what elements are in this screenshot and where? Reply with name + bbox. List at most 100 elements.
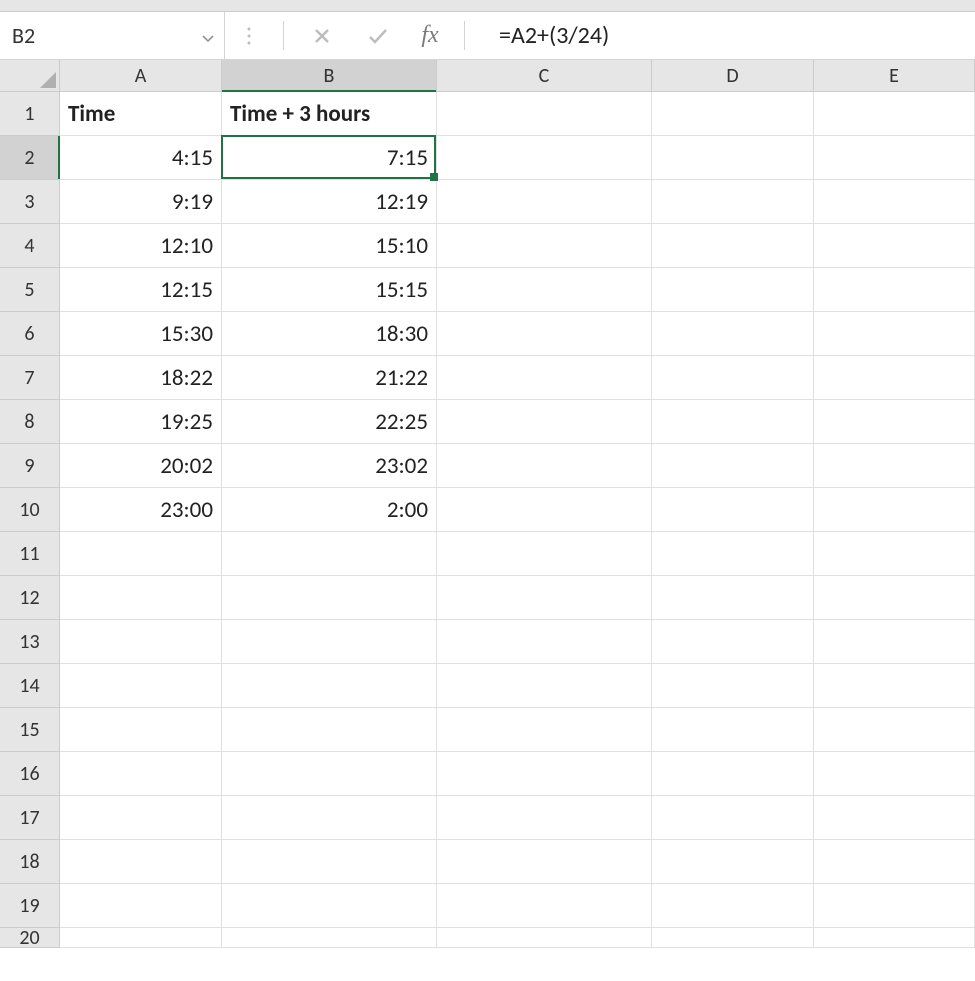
cell-A2[interactable]: 4:15 [60,136,222,180]
cell-D18[interactable] [652,840,814,884]
row-header-7[interactable]: 7 [0,356,60,400]
cell-C20[interactable] [437,928,652,948]
row-header-12[interactable]: 12 [0,576,60,620]
cell-A3[interactable]: 9:19 [60,180,222,224]
row-header-14[interactable]: 14 [0,664,60,708]
cell-B12[interactable] [222,576,437,620]
cell-D1[interactable] [652,92,814,136]
cell-A6[interactable]: 15:30 [60,312,222,356]
cell-A10[interactable]: 23:00 [60,488,222,532]
cell-D19[interactable] [652,884,814,928]
cell-C16[interactable] [437,752,652,796]
cell-C5[interactable] [437,268,652,312]
cell-E1[interactable] [814,92,975,136]
row-header-16[interactable]: 16 [0,752,60,796]
cell-E5[interactable] [814,268,975,312]
cell-B17[interactable] [222,796,437,840]
cell-C1[interactable] [437,92,652,136]
cell-D20[interactable] [652,928,814,948]
cell-E9[interactable] [814,444,975,488]
cell-D10[interactable] [652,488,814,532]
cell-E20[interactable] [814,928,975,948]
cell-D4[interactable] [652,224,814,268]
cell-E8[interactable] [814,400,975,444]
cell-E11[interactable] [814,532,975,576]
cell-C6[interactable] [437,312,652,356]
cell-B18[interactable] [222,840,437,884]
cell-B8[interactable]: 22:25 [222,400,437,444]
cell-B1[interactable]: Time + 3 hours [222,92,437,136]
cell-A7[interactable]: 18:22 [60,356,222,400]
enter-icon[interactable] [350,12,406,59]
cell-E17[interactable] [814,796,975,840]
cell-A11[interactable] [60,532,222,576]
cell-B20[interactable] [222,928,437,948]
cell-A8[interactable]: 19:25 [60,400,222,444]
cell-B6[interactable]: 18:30 [222,312,437,356]
row-header-5[interactable]: 5 [0,268,60,312]
cell-D2[interactable] [652,136,814,180]
col-header-E[interactable]: E [814,60,975,91]
cell-E10[interactable] [814,488,975,532]
cell-B9[interactable]: 23:02 [222,444,437,488]
row-header-2[interactable]: 2 [0,136,60,180]
cell-D15[interactable] [652,708,814,752]
cell-C15[interactable] [437,708,652,752]
cell-D11[interactable] [652,532,814,576]
cell-D9[interactable] [652,444,814,488]
cell-D8[interactable] [652,400,814,444]
cell-E7[interactable] [814,356,975,400]
cell-E3[interactable] [814,180,975,224]
col-header-D[interactable]: D [652,60,814,91]
row-header-6[interactable]: 6 [0,312,60,356]
row-header-10[interactable]: 10 [0,488,60,532]
cell-D6[interactable] [652,312,814,356]
row-header-11[interactable]: 11 [0,532,60,576]
cell-D12[interactable] [652,576,814,620]
cell-B13[interactable] [222,620,437,664]
cell-B16[interactable] [222,752,437,796]
cell-C12[interactable] [437,576,652,620]
cell-D3[interactable] [652,180,814,224]
cell-D5[interactable] [652,268,814,312]
cell-D13[interactable] [652,620,814,664]
cell-B10[interactable]: 2:00 [222,488,437,532]
cell-A4[interactable]: 12:10 [60,224,222,268]
cell-E6[interactable] [814,312,975,356]
cell-A14[interactable] [60,664,222,708]
row-header-8[interactable]: 8 [0,400,60,444]
cell-E12[interactable] [814,576,975,620]
col-header-A[interactable]: A [60,60,222,91]
cell-B4[interactable]: 15:10 [222,224,437,268]
cell-E2[interactable] [814,136,975,180]
cell-A19[interactable] [60,884,222,928]
cell-C4[interactable] [437,224,652,268]
cell-B2[interactable]: 7:15 [222,136,437,180]
formula-input[interactable]: =A2+(3/24) [475,21,975,50]
row-header-1[interactable]: 1 [0,92,60,136]
cell-A13[interactable] [60,620,222,664]
cell-B7[interactable]: 21:22 [222,356,437,400]
cell-C2[interactable] [437,136,652,180]
cell-A5[interactable]: 12:15 [60,268,222,312]
cell-E14[interactable] [814,664,975,708]
cell-A16[interactable] [60,752,222,796]
cell-B11[interactable] [222,532,437,576]
cell-D17[interactable] [652,796,814,840]
fx-icon[interactable]: fx [406,22,454,49]
cell-C13[interactable] [437,620,652,664]
cell-E4[interactable] [814,224,975,268]
cell-D14[interactable] [652,664,814,708]
cell-B3[interactable]: 12:19 [222,180,437,224]
cell-C10[interactable] [437,488,652,532]
cell-A15[interactable] [60,708,222,752]
row-header-15[interactable]: 15 [0,708,60,752]
cell-D7[interactable] [652,356,814,400]
cell-A18[interactable] [60,840,222,884]
row-header-4[interactable]: 4 [0,224,60,268]
cell-A17[interactable] [60,796,222,840]
cell-E15[interactable] [814,708,975,752]
name-box[interactable]: B2 [0,12,225,59]
col-header-C[interactable]: C [437,60,652,91]
cell-E19[interactable] [814,884,975,928]
